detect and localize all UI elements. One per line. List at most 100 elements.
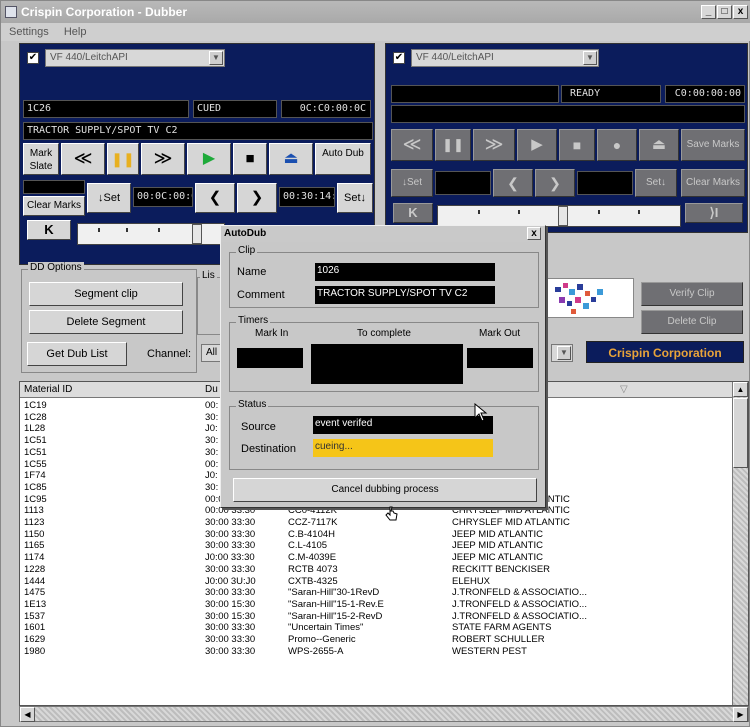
name-label: Name xyxy=(237,266,267,278)
cell-advertiser: WESTERN PEST xyxy=(452,645,527,657)
right-mark-out xyxy=(577,171,633,195)
delete-clip-button[interactable]: Delete Clip xyxy=(641,310,743,334)
list-group-title: Lis xyxy=(200,270,217,281)
table-row[interactable]: 1E13 30:00 15:30 "Saran-Hill"15-1-Rev.E J.T… xyxy=(20,599,732,611)
dialog-close-button[interactable]: x xyxy=(527,227,541,240)
right-pause-button[interactable]: ❚❚ xyxy=(435,129,471,161)
horizontal-scrollbar[interactable]: ◀ ▶ xyxy=(19,706,749,722)
right-fast-forward-button[interactable]: ≫ xyxy=(473,129,515,161)
cell-material: "Saran-Hill"30-1RevD xyxy=(288,587,380,599)
set-in-button[interactable]: ↓Set xyxy=(87,183,131,213)
dialog-title: AutoDub xyxy=(224,228,267,239)
right-rewind-button[interactable]: ≪ xyxy=(391,129,433,161)
right-record-button[interactable]: ● xyxy=(597,129,637,161)
go-to-end-button[interactable]: ⟩I xyxy=(685,203,743,223)
table-row[interactable]: 1123 30:00 33:30 CCZ-7117K CHRYSLEF MID ATL… xyxy=(20,517,732,529)
app-icon xyxy=(5,6,17,18)
right-step-back-button[interactable]: ❮ xyxy=(493,169,533,197)
cell-duration: 00: xyxy=(205,458,219,470)
filter-select[interactable]: ▼ xyxy=(551,344,573,362)
right-play-button[interactable]: ▶ xyxy=(517,129,557,161)
cell-material-id: 1228 xyxy=(24,563,46,575)
cell-duration: 30:00 33:30 xyxy=(205,517,256,528)
right-set-out-button[interactable]: Set↓ xyxy=(635,169,677,197)
scroll-thumb[interactable] xyxy=(733,398,748,468)
table-row[interactable]: 1980 30:00 33:30 WPS-2655-A WESTERN PEST xyxy=(20,646,732,658)
cell-material-id: 1475 xyxy=(24,587,46,599)
save-marks-button[interactable]: Save Marks xyxy=(681,129,745,161)
close-button[interactable]: x xyxy=(733,5,748,19)
stop-button[interactable]: ■ xyxy=(233,143,267,175)
vertical-scrollbar[interactable]: ▲ xyxy=(732,382,748,705)
eject-button[interactable]: ⏏ xyxy=(269,143,313,175)
menu-bar: Settings Help xyxy=(1,23,750,41)
rewind-button[interactable]: ≪ xyxy=(61,143,105,175)
scroll-up-icon[interactable]: ▲ xyxy=(733,382,748,397)
table-row[interactable]: 1629 30:00 33:30 Promo--Generic ROBERT SCHU… xyxy=(20,634,732,646)
column-extra[interactable]: ▽ xyxy=(620,382,628,398)
mark-slate-button[interactable]: Mark Slate xyxy=(23,143,59,175)
delete-segment-button[interactable]: Delete Segment xyxy=(29,310,183,334)
chevron-down-icon[interactable]: ▼ xyxy=(209,51,223,65)
pause-button[interactable]: ❚❚ xyxy=(107,143,139,175)
source-label: Source xyxy=(241,421,276,433)
maximize-button[interactable]: □ xyxy=(717,5,732,19)
left-device-select[interactable]: VF 440/LeitchAPI ▼ xyxy=(45,49,225,67)
mark-in-label: Mark In xyxy=(255,328,289,339)
table-row[interactable]: 1174 J0:00 33:30 C.M-4039E JEEP MIC ATLANTI… xyxy=(20,552,732,564)
column-duration[interactable]: Du xyxy=(205,382,218,398)
right-position-slider[interactable] xyxy=(437,205,681,227)
slider-thumb[interactable] xyxy=(558,206,568,226)
left-state: CUED xyxy=(193,100,277,118)
right-set-in-button[interactable]: ↓Set xyxy=(391,169,433,197)
right-deck-checkbox[interactable]: ✔ xyxy=(393,52,405,64)
go-to-start-button[interactable]: K xyxy=(27,220,71,240)
chevron-down-icon[interactable]: ▼ xyxy=(583,51,597,65)
timers-group-title: Timers xyxy=(236,315,271,326)
right-stop-button[interactable]: ■ xyxy=(559,129,595,161)
table-row[interactable]: 1150 30:00 33:30 C.B-4104H JEEP MID ATLANTI… xyxy=(20,529,732,541)
right-step-forward-button[interactable]: ❯ xyxy=(535,169,575,197)
fast-forward-button[interactable]: ≫ xyxy=(141,143,185,175)
scroll-right-icon[interactable]: ▶ xyxy=(733,707,748,722)
right-go-to-start-button[interactable]: K xyxy=(393,203,433,223)
scroll-left-icon[interactable]: ◀ xyxy=(20,707,35,722)
left-position-slider[interactable] xyxy=(77,223,225,245)
play-button[interactable]: ▶ xyxy=(187,143,231,175)
table-row[interactable]: 1228 30:00 33:30 RCTB 4073 RECKITT BENCKISE… xyxy=(20,564,732,576)
table-row[interactable]: 1165 30:00 33:30 C.L-4105 JEEP MID ATLANTIC xyxy=(20,540,732,552)
comment-label: Comment xyxy=(237,289,285,301)
get-dub-list-button[interactable]: Get Dub List xyxy=(27,342,127,366)
cell-advertiser: ROBERT SCHULLER xyxy=(452,634,545,645)
table-row[interactable]: 1444 J0:00 3U:J0 CXTB-4325 ELEHUX xyxy=(20,576,732,588)
left-deck-checkbox[interactable]: ✔ xyxy=(27,52,39,64)
status-group-title: Status xyxy=(236,399,269,410)
cell-material-id: 1113 xyxy=(24,505,44,517)
set-out-button[interactable]: Set↓ xyxy=(337,183,373,213)
right-eject-button[interactable]: ⏏ xyxy=(639,129,679,161)
minimize-button[interactable]: _ xyxy=(701,5,716,19)
auto-dub-button[interactable]: Auto Dub xyxy=(315,143,371,175)
cancel-dubbing-button[interactable]: Cancel dubbing process xyxy=(233,478,537,502)
cell-advertiser: ELEHUX xyxy=(452,575,491,587)
step-forward-button[interactable]: ❯ xyxy=(237,183,277,213)
right-device-select[interactable]: VF 440/LeitchAPI ▼ xyxy=(411,49,599,67)
table-row[interactable]: 1601 30:00 33:30 "Uncertain Times" STATE FA… xyxy=(20,622,732,634)
menu-help[interactable]: Help xyxy=(64,26,87,38)
slider-thumb[interactable] xyxy=(192,224,202,244)
left-mark-display xyxy=(23,180,85,194)
segment-clip-button[interactable]: Segment clip xyxy=(29,282,183,306)
chevron-down-icon[interactable]: ▼ xyxy=(557,346,571,360)
verify-clip-button[interactable]: Verify Clip xyxy=(641,282,743,306)
right-clear-marks-button[interactable]: Clear Marks xyxy=(681,169,745,197)
table-row[interactable]: 1475 30:00 33:30 "Saran-Hill"30-1RevD J.TRO… xyxy=(20,587,732,599)
table-row[interactable]: 1537 30:00 15:30 "Saran-Hill"15-2-RevD J.TR… xyxy=(20,611,732,623)
cell-material-id: 1C85 xyxy=(24,481,47,493)
menu-settings[interactable]: Settings xyxy=(9,26,49,38)
cell-duration: 30:00 33:30 xyxy=(205,634,256,645)
column-material-id[interactable]: Material ID xyxy=(24,382,72,398)
step-back-button[interactable]: ❮ xyxy=(195,183,235,213)
cell-advertiser: J.TRONFELD & ASSOCIATIO... xyxy=(452,610,587,622)
to-complete-label: To complete xyxy=(357,328,411,339)
clear-marks-button[interactable]: Clear Marks xyxy=(23,196,85,216)
